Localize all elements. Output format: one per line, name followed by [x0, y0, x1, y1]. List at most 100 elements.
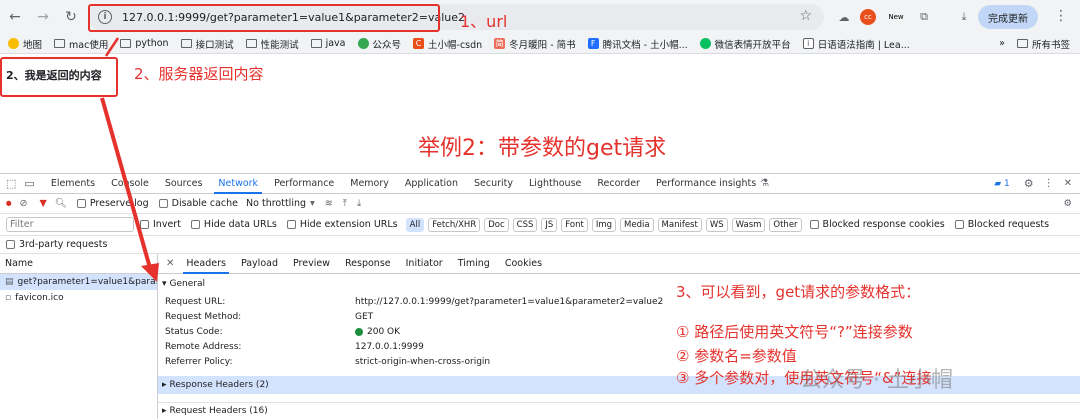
- bookmark-item[interactable]: java: [310, 38, 346, 49]
- hide-data-urls-checkbox[interactable]: [190, 220, 200, 229]
- type-filter[interactable]: WS: [705, 217, 728, 232]
- forward-icon[interactable]: →: [30, 4, 56, 30]
- request-row[interactable]: ▤ get?parameter1=value1&para...: [0, 274, 157, 290]
- record-icon[interactable]: ⏺: [6, 197, 12, 211]
- throttling-select[interactable]: No throttling: [246, 198, 306, 209]
- type-filter-all[interactable]: All: [405, 217, 425, 232]
- bookmarks-bar: 地图 mac使用 python 接口测试 性能测试 java 公众号 C 土小帽-…: [0, 34, 1080, 54]
- disable-cache-checkbox[interactable]: [158, 199, 168, 208]
- type-filter[interactable]: Fetch/XHR: [428, 217, 481, 232]
- extension-new-icon[interactable]: New: [886, 7, 906, 27]
- export-har-icon[interactable]: ⤓: [357, 198, 361, 209]
- bookmark-item[interactable]: python: [120, 38, 169, 49]
- tab-initiator[interactable]: Initiator: [406, 254, 443, 274]
- clear-icon[interactable]: ⊘: [20, 198, 28, 209]
- tab-cookies[interactable]: Cookies: [505, 254, 542, 274]
- tab-performance[interactable]: Performance: [274, 174, 334, 194]
- update-button[interactable]: 完成更新: [978, 5, 1038, 29]
- extension-cloud-icon[interactable]: ☁: [834, 7, 854, 27]
- tab-response[interactable]: Response: [345, 254, 391, 274]
- type-filter[interactable]: Wasm: [731, 217, 766, 232]
- type-filter[interactable]: Doc: [484, 217, 509, 232]
- extension-cc-icon[interactable]: cc: [860, 9, 876, 25]
- tab-headers[interactable]: Headers: [183, 254, 229, 274]
- folder-icon: [310, 39, 322, 48]
- tab-security[interactable]: Security: [474, 174, 513, 194]
- tab-application[interactable]: Application: [405, 174, 458, 194]
- type-filter[interactable]: Manifest: [657, 217, 702, 232]
- network-settings-icon[interactable]: ⚙: [1063, 198, 1072, 209]
- folder-icon: [1016, 39, 1028, 48]
- filter-input[interactable]: Filter: [6, 217, 134, 232]
- csdn-icon: C: [413, 38, 425, 49]
- bookmark-item[interactable]: 地图: [8, 37, 42, 51]
- preserve-log-checkbox[interactable]: [76, 199, 86, 208]
- download-icon[interactable]: ⤓: [954, 7, 974, 27]
- bookmark-item[interactable]: 简冬月暖阳 - 简书: [494, 37, 576, 51]
- bookmark-item[interactable]: F 腾讯文档 - 土小帽...: [587, 37, 688, 51]
- type-filter[interactable]: Other: [769, 217, 802, 232]
- tab-performance-insights[interactable]: Performance insights: [656, 174, 756, 194]
- request-headers-section[interactable]: ▸ Request Headers (16): [158, 402, 1080, 419]
- hide-extension-urls-checkbox[interactable]: [286, 220, 296, 229]
- tab-memory[interactable]: Memory: [350, 174, 389, 194]
- settings-gear-icon[interactable]: ⚙: [1024, 177, 1034, 190]
- bookmarks-overflow-icon[interactable]: »: [999, 38, 1005, 49]
- search-icon[interactable]: 🔍︎: [55, 198, 67, 209]
- folder-icon: [245, 39, 257, 48]
- tab-recorder[interactable]: Recorder: [597, 174, 640, 194]
- reload-icon[interactable]: ↻: [58, 4, 84, 30]
- all-bookmarks[interactable]: 所有书签: [1016, 37, 1070, 51]
- close-devtools-icon[interactable]: ✕: [1064, 178, 1072, 189]
- type-filter[interactable]: Font: [561, 217, 588, 232]
- third-party-checkbox[interactable]: [6, 240, 15, 249]
- type-filter[interactable]: Media: [620, 217, 654, 232]
- status-ok-icon: [355, 327, 363, 336]
- tab-sources[interactable]: Sources: [165, 174, 203, 194]
- name-column-header[interactable]: Name: [0, 254, 157, 274]
- filter-icon[interactable]: ▼: [39, 198, 46, 209]
- request-list: Name ▤ get?parameter1=value1&para... ▫ f…: [0, 254, 158, 419]
- import-har-icon[interactable]: ⤒: [343, 198, 347, 209]
- bookmark-item[interactable]: 微信表情开放平台: [699, 37, 791, 51]
- tab-elements[interactable]: Elements: [51, 174, 95, 194]
- invert-checkbox[interactable]: [140, 220, 149, 229]
- devtools-menu-icon[interactable]: ⋮: [1044, 178, 1054, 189]
- bookmark-star-icon[interactable]: ☆: [799, 8, 812, 24]
- filter-row: Filter Invert Hide data URLs Hide extens…: [0, 214, 1080, 236]
- extensions-puzzle-icon[interactable]: ⧉: [914, 7, 934, 27]
- close-detail-icon[interactable]: ✕: [166, 258, 174, 269]
- bookmark-item[interactable]: mac使用: [54, 37, 108, 51]
- tab-lighthouse[interactable]: Lighthouse: [529, 174, 581, 194]
- network-conditions-icon[interactable]: ≋: [325, 198, 333, 209]
- bookmark-item[interactable]: 公众号: [357, 37, 401, 51]
- tab-timing[interactable]: Timing: [458, 254, 490, 274]
- inspect-icon[interactable]: ⬚: [6, 177, 16, 190]
- back-icon[interactable]: ←: [2, 4, 28, 30]
- url-highlight-box: [88, 4, 440, 32]
- bookmark-item[interactable]: 性能测试: [245, 37, 299, 51]
- tab-console[interactable]: Console: [111, 174, 149, 194]
- tab-payload[interactable]: Payload: [241, 254, 278, 274]
- tab-preview[interactable]: Preview: [293, 254, 330, 274]
- blocked-requests-checkbox[interactable]: [954, 220, 964, 229]
- type-filter[interactable]: CSS: [512, 217, 538, 232]
- type-filter[interactable]: JS: [541, 217, 558, 232]
- issues-badge[interactable]: ▰ 1: [994, 179, 1010, 189]
- request-row[interactable]: ▫ favicon.ico: [0, 290, 157, 306]
- triangle-right-icon: ▸: [162, 380, 167, 390]
- chevron-down-icon[interactable]: ▾: [310, 198, 315, 209]
- type-filter[interactable]: Img: [591, 217, 616, 232]
- general-section-header[interactable]: ▾ General: [158, 275, 1080, 292]
- more-menu-icon[interactable]: ⋮: [1054, 8, 1068, 24]
- bookmark-item[interactable]: i 日语语法指南 | Lea...: [802, 37, 910, 51]
- url-annotation: 1、url: [460, 12, 508, 31]
- folder-icon: [180, 39, 192, 48]
- devtools-tabs: ⬚ ▭ Elements Console Sources Network Per…: [0, 174, 1080, 194]
- device-toolbar-icon[interactable]: ▭: [24, 177, 34, 190]
- blocked-cookies-checkbox[interactable]: [809, 220, 819, 229]
- bookmark-item[interactable]: C 土小帽-csdn: [413, 37, 482, 51]
- detail-tabs: ✕ Headers Payload Preview Response Initi…: [158, 254, 1080, 274]
- bookmark-item[interactable]: 接口测试: [180, 37, 234, 51]
- tab-network[interactable]: Network: [214, 174, 262, 194]
